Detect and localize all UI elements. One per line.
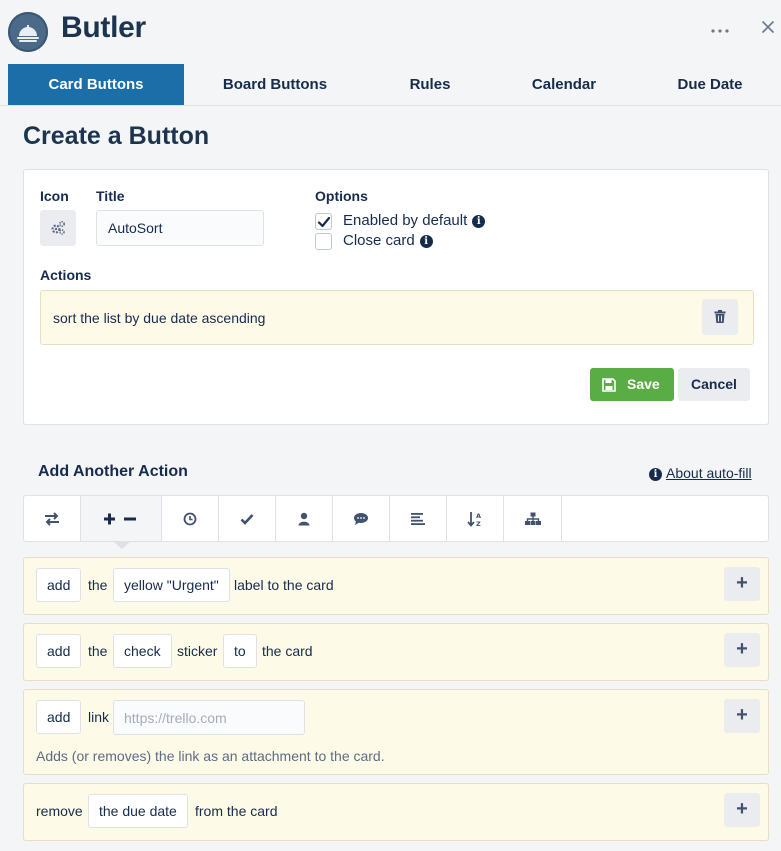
clock-icon bbox=[183, 512, 197, 525]
enabled-by-default-checkbox[interactable] bbox=[315, 213, 332, 230]
sort-az-icon: A Z bbox=[467, 511, 481, 527]
info-icon[interactable]: i bbox=[419, 235, 433, 248]
verb-dropdown[interactable]: add bbox=[36, 700, 82, 734]
action-word: link bbox=[88, 709, 110, 725]
close-icon[interactable] bbox=[758, 17, 778, 37]
delete-action-button[interactable] bbox=[702, 299, 738, 335]
cancel-button[interactable]: Cancel bbox=[678, 368, 750, 401]
action-word: the bbox=[88, 577, 108, 593]
action-item: sort the list by due date ascending bbox=[40, 290, 754, 345]
add-action-button[interactable]: + bbox=[724, 793, 760, 827]
action-category-toolbar: A Z bbox=[23, 495, 769, 542]
hierarchy-icon bbox=[524, 512, 541, 525]
action-word: remove bbox=[36, 803, 83, 819]
butler-logo-icon bbox=[8, 12, 48, 52]
action-word: the card bbox=[262, 643, 313, 659]
trash-icon bbox=[714, 310, 726, 323]
add-action-button[interactable]: + bbox=[724, 633, 760, 667]
tab-due-date[interactable]: Due Date bbox=[640, 64, 780, 105]
info-icon[interactable]: i bbox=[472, 215, 486, 228]
about-autofill-label: About auto-fill bbox=[666, 465, 752, 481]
actions-label: Actions bbox=[40, 267, 92, 283]
add-action-title: Add Another Action bbox=[38, 463, 188, 480]
due-date-dropdown[interactable]: the due date bbox=[88, 794, 188, 828]
tool-checklist[interactable] bbox=[219, 496, 276, 541]
tool-description[interactable] bbox=[390, 496, 447, 541]
create-button-form: Icon Title Options Enabled by default i C… bbox=[23, 169, 769, 425]
options-label: Options bbox=[315, 188, 368, 204]
tab-rules[interactable]: Rules bbox=[370, 64, 490, 105]
action-word: sticker bbox=[177, 643, 218, 659]
preposition-dropdown[interactable]: to bbox=[223, 634, 257, 668]
action-template-label: add the yellow "Urgent" label to the car… bbox=[23, 557, 769, 615]
comment-icon bbox=[354, 512, 368, 525]
app-title: Butler bbox=[61, 11, 146, 44]
icon-label: Icon bbox=[40, 188, 69, 204]
tool-add-remove[interactable] bbox=[81, 496, 162, 541]
info-icon: i bbox=[649, 468, 662, 481]
title-input[interactable] bbox=[96, 210, 264, 246]
action-word: from the card bbox=[195, 803, 278, 819]
tool-member[interactable] bbox=[276, 496, 333, 541]
checkmark-icon bbox=[240, 513, 254, 525]
close-card-label: Close card bbox=[343, 232, 415, 249]
action-template-link: add link + Adds (or removes) the link as… bbox=[23, 689, 769, 775]
action-word: the bbox=[88, 643, 108, 659]
save-button[interactable]: Save bbox=[590, 368, 674, 401]
floppy-disk-icon bbox=[602, 378, 616, 392]
save-label: Save bbox=[627, 376, 660, 392]
tool-hierarchy[interactable] bbox=[504, 496, 562, 541]
top-bar: Butler bbox=[0, 0, 781, 64]
active-tool-pointer bbox=[114, 542, 130, 549]
close-card-checkbox[interactable] bbox=[315, 233, 332, 250]
enabled-by-default-label: Enabled by default bbox=[343, 212, 468, 229]
tool-sort[interactable]: A Z bbox=[447, 496, 504, 541]
user-icon bbox=[298, 512, 310, 525]
action-template-due-date: remove the due date from the card + bbox=[23, 783, 769, 841]
verb-dropdown[interactable]: add bbox=[36, 568, 82, 602]
checkmark-icon bbox=[317, 216, 331, 228]
svg-text:Z: Z bbox=[476, 520, 481, 527]
tool-move[interactable] bbox=[24, 496, 81, 541]
verb-dropdown[interactable]: add bbox=[36, 634, 82, 668]
action-text: sort the list by due date ascending bbox=[53, 310, 266, 326]
ellipsis-icon[interactable] bbox=[709, 22, 733, 38]
title-label: Title bbox=[96, 188, 125, 204]
align-left-icon bbox=[411, 512, 425, 525]
action-word: label to the card bbox=[234, 577, 334, 593]
tab-card-buttons[interactable]: Card Buttons bbox=[8, 64, 184, 105]
svg-text:A: A bbox=[476, 512, 481, 520]
add-remove-icon bbox=[104, 513, 136, 524]
about-autofill-link[interactable]: i About auto-fill bbox=[649, 465, 752, 481]
link-action-hint: Adds (or removes) the link as an attachm… bbox=[36, 748, 385, 764]
action-template-sticker: add the check sticker to the card + bbox=[23, 623, 769, 681]
tab-bar: Card Buttons Board Buttons Rules Calenda… bbox=[0, 64, 781, 106]
tab-board-buttons[interactable]: Board Buttons bbox=[190, 64, 360, 105]
sticker-dropdown[interactable]: check bbox=[113, 634, 172, 668]
tool-comment[interactable] bbox=[333, 496, 390, 541]
add-action-button[interactable]: + bbox=[724, 699, 760, 733]
add-action-button[interactable]: + bbox=[724, 567, 760, 601]
move-arrows-icon bbox=[45, 511, 59, 526]
icon-picker-button[interactable] bbox=[40, 210, 76, 246]
gears-icon bbox=[51, 220, 66, 235]
page-title: Create a Button bbox=[23, 122, 210, 150]
tab-calendar[interactable]: Calendar bbox=[500, 64, 628, 105]
label-dropdown[interactable]: yellow "Urgent" bbox=[113, 568, 230, 602]
link-url-input[interactable] bbox=[113, 700, 305, 735]
tool-time[interactable] bbox=[162, 496, 219, 541]
